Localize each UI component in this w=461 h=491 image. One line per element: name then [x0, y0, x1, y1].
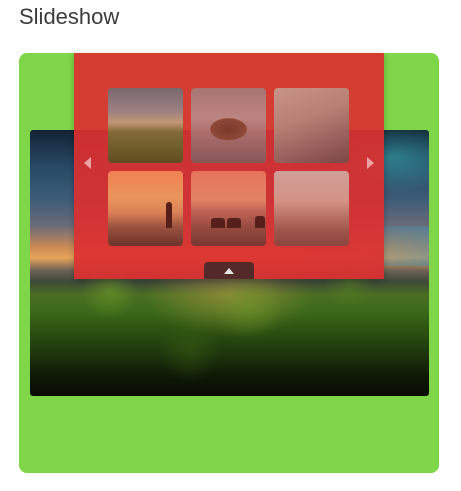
thumbnail-panel [74, 53, 384, 279]
thumbnail-4[interactable] [108, 171, 183, 246]
chevron-up-icon [224, 267, 234, 274]
thumbnail-grid [108, 88, 350, 246]
thumbnail-3[interactable] [274, 88, 349, 163]
chevron-left-icon[interactable] [84, 157, 91, 169]
thumbnail-1[interactable] [108, 88, 183, 163]
thumbnail-6[interactable] [274, 171, 349, 246]
silhouette-horse [227, 218, 241, 228]
page-title: Slideshow [19, 4, 120, 29]
silhouette-horse [211, 218, 225, 228]
silhouette-figure [166, 202, 172, 228]
silhouette-horse [255, 216, 265, 228]
chevron-right-icon[interactable] [367, 157, 374, 169]
thumbnail-5[interactable] [191, 171, 266, 246]
thumbnail-2[interactable] [191, 88, 266, 163]
toggle-thumbnails-button[interactable] [204, 262, 254, 279]
